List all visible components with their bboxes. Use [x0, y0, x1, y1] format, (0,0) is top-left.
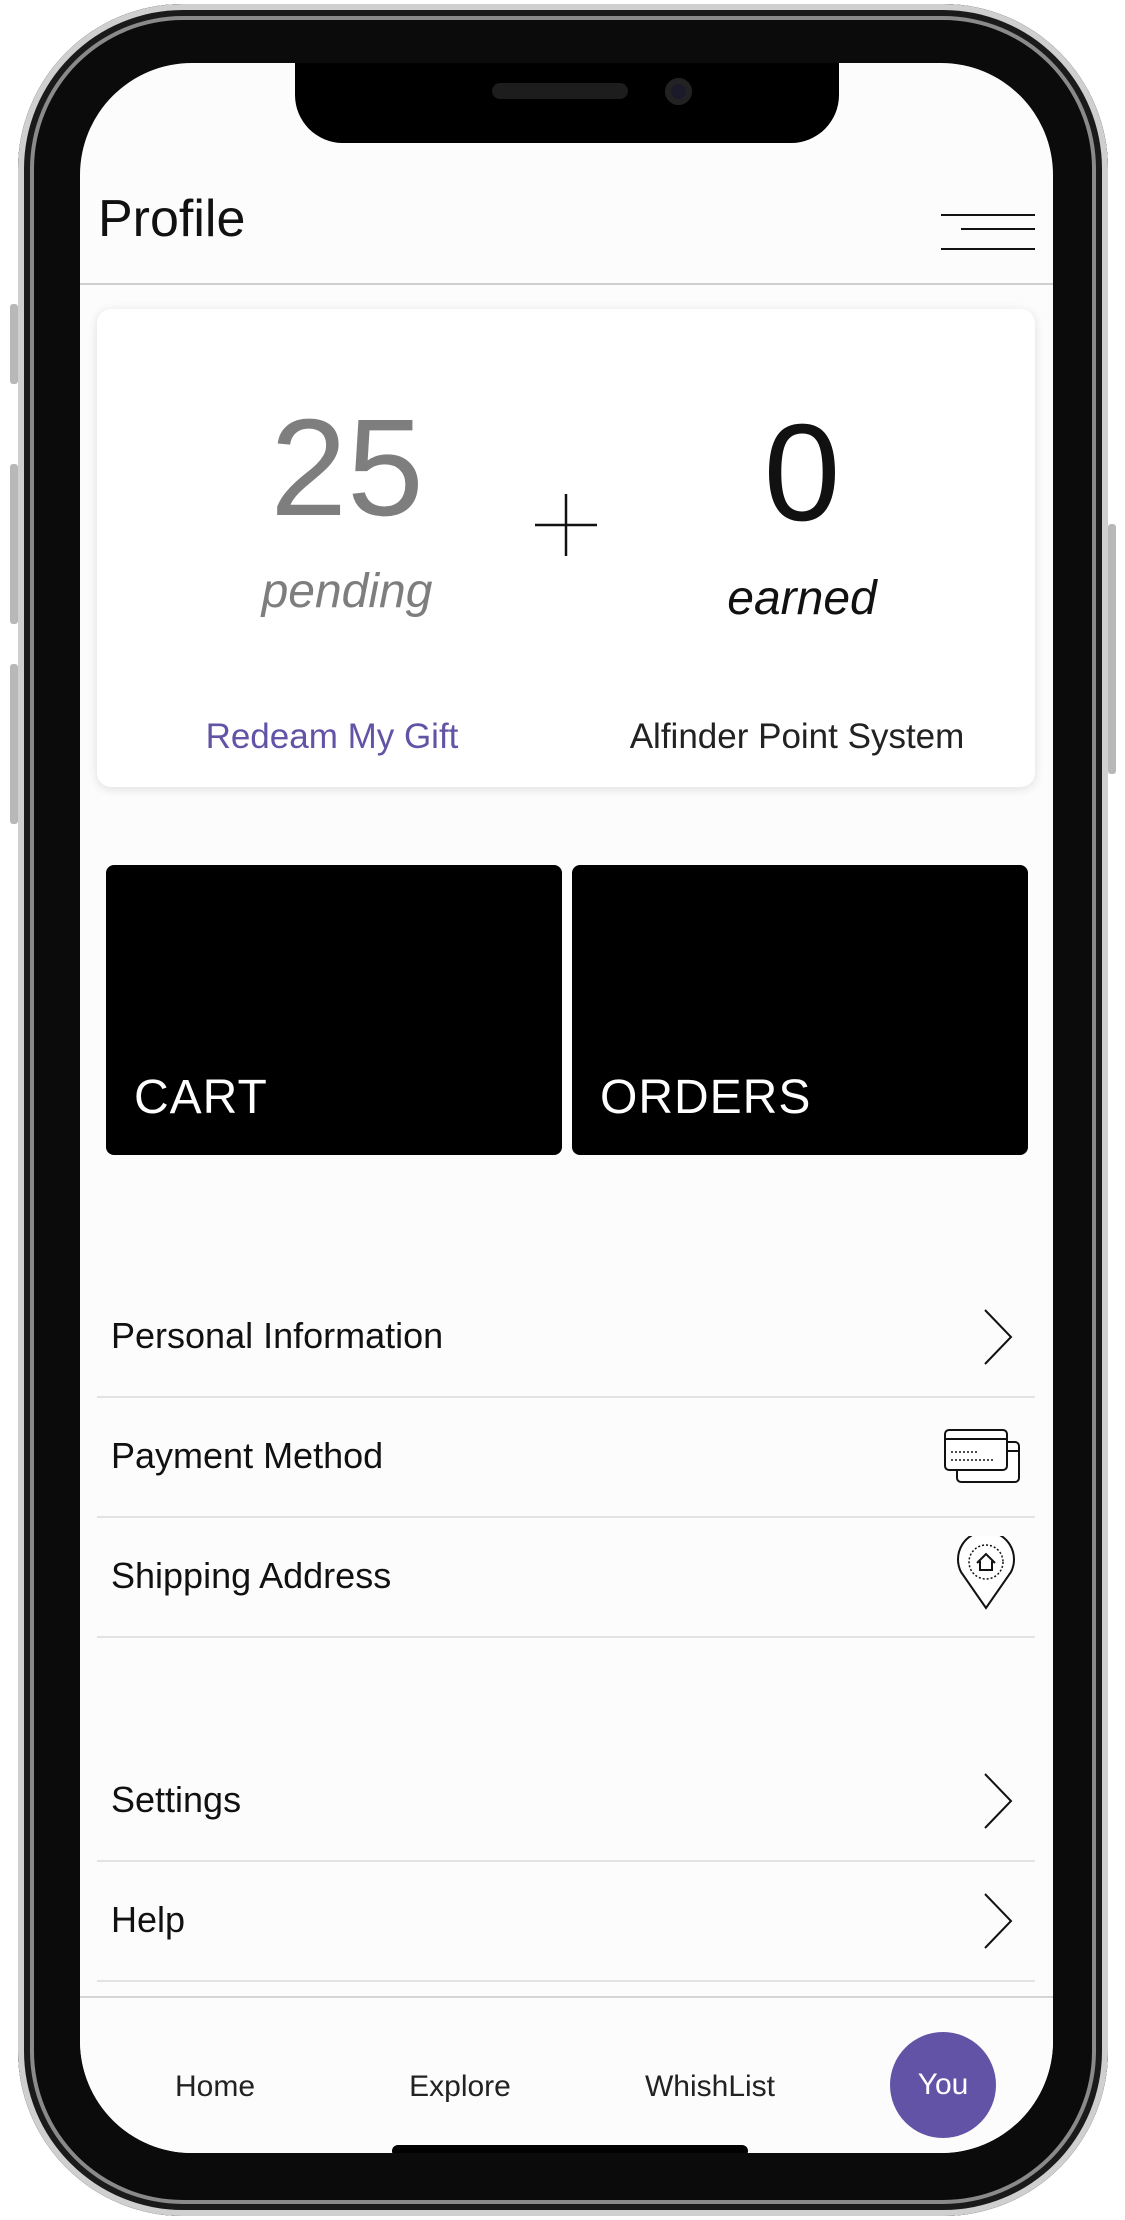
plus-icon — [535, 494, 597, 556]
chevron-right-icon — [984, 1773, 1013, 1829]
list-item-label: Help — [111, 1899, 186, 1940]
cart-tile-label: CART — [134, 1071, 268, 1124]
hamburger-menu-icon[interactable] — [941, 213, 1035, 253]
app-screen: Profile 25 pending 0 earned Redeam My Gi… — [80, 63, 1053, 2153]
chevron-right-icon — [984, 1893, 1013, 1949]
header: Profile — [80, 183, 1053, 285]
chevron-right-icon — [984, 1309, 1013, 1365]
notch — [295, 63, 839, 143]
earned-points-label: earned — [727, 572, 877, 625]
credit-cards-icon — [944, 1429, 1020, 1483]
redeem-gift-link[interactable]: Redeam My Gift — [157, 717, 507, 757]
list-item-personal-information[interactable]: Personal Information — [97, 1276, 1035, 1398]
point-system-link[interactable]: Alfinder Point System — [577, 717, 1017, 757]
tab-bar: Home Explore WhishList You — [80, 1996, 1053, 2153]
points-card: 25 pending 0 earned Redeam My Gift Alfin… — [97, 309, 1035, 787]
list-item-settings[interactable]: Settings — [97, 1740, 1035, 1862]
list-item-label: Personal Information — [111, 1315, 444, 1356]
tab-wishlist[interactable]: WhishList — [610, 2032, 810, 2132]
list-item-payment-method[interactable]: Payment Method — [97, 1396, 1035, 1518]
earned-points-value: 0 — [763, 396, 841, 550]
list-item-label: Payment Method — [111, 1435, 384, 1476]
cart-tile[interactable]: CART — [106, 865, 562, 1155]
home-indicator[interactable] — [392, 2145, 748, 2153]
pending-points-label: pending — [261, 565, 433, 618]
side-button — [10, 304, 18, 384]
list-item-label: Shipping Address — [111, 1555, 392, 1596]
volume-down-button — [10, 664, 18, 824]
orders-tile-label: ORDERS — [600, 1071, 812, 1124]
power-button — [1108, 524, 1116, 774]
list-item-label: Settings — [111, 1779, 242, 1820]
front-camera — [665, 78, 692, 105]
list-item-help[interactable]: Help — [97, 1860, 1035, 1982]
home-location-pin-icon — [957, 1536, 1015, 1610]
tab-you[interactable]: You — [890, 2032, 996, 2138]
pending-points-value: 25 — [270, 391, 424, 545]
speaker-grille — [492, 83, 628, 99]
orders-tile[interactable]: ORDERS — [572, 865, 1028, 1155]
tab-explore[interactable]: Explore — [375, 2032, 545, 2132]
list-item-shipping-address[interactable]: Shipping Address — [97, 1516, 1035, 1638]
tab-home[interactable]: Home — [130, 2032, 300, 2132]
volume-up-button — [10, 464, 18, 624]
page-title: Profile — [98, 190, 246, 248]
